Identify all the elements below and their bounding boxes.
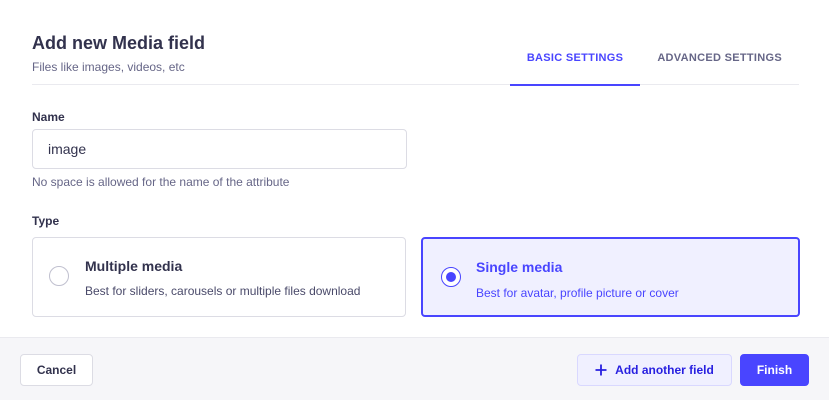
radio-card-title: Single media (476, 259, 563, 275)
name-input[interactable] (32, 129, 407, 169)
modal-title: Add new Media field (32, 33, 206, 53)
radio-card-description: Best for avatar, profile picture or cove… (476, 286, 679, 300)
name-label: Name (32, 110, 65, 124)
modal-footer: Cancel Add another field Finish (0, 337, 829, 400)
radio-card-multiple-media[interactable]: Multiple media Best for sliders, carouse… (32, 237, 406, 317)
radio-dot-icon (446, 272, 456, 282)
tab-advanced-settings[interactable]: ADVANCED SETTINGS (640, 0, 799, 85)
tab-basic-settings[interactable]: BASIC SETTINGS (509, 0, 641, 86)
radio-card-title: Multiple media (85, 258, 183, 274)
modal-subtitle: Files like images, videos, etc (32, 60, 185, 74)
cancel-button[interactable]: Cancel (20, 354, 93, 386)
add-another-field-label: Add another field (615, 363, 714, 377)
radio-checked-icon[interactable] (441, 267, 461, 287)
radio-card-description: Best for sliders, carousels or multiple … (85, 284, 361, 298)
radio-card-single-media[interactable]: Single media Best for avatar, profile pi… (421, 237, 800, 317)
name-hint: No space is allowed for the name of the … (32, 175, 290, 189)
plus-icon (595, 364, 607, 376)
modal-header: Add new Media field Files like images, v… (32, 0, 799, 86)
add-media-field-modal: Add new Media field Files like images, v… (0, 0, 829, 400)
radio-unchecked-icon[interactable] (49, 266, 69, 286)
add-another-field-button[interactable]: Add another field (577, 354, 732, 386)
settings-tabs: BASIC SETTINGS ADVANCED SETTINGS (509, 0, 799, 86)
finish-button[interactable]: Finish (740, 354, 809, 386)
type-label: Type (32, 214, 60, 228)
